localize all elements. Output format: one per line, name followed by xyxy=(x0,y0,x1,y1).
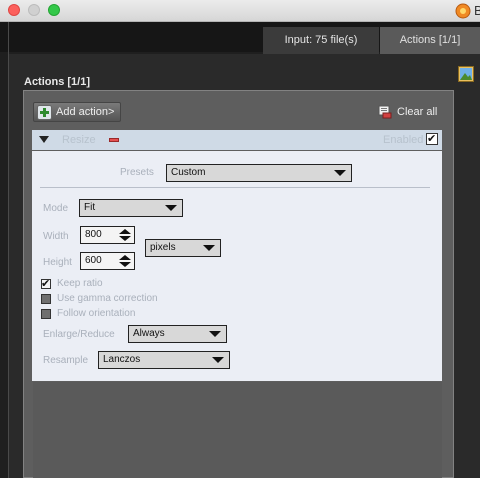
width-label: Width xyxy=(43,231,69,242)
enlarge-label: Enlarge/Reduce xyxy=(43,329,115,340)
width-stepper[interactable]: 800 xyxy=(80,226,135,244)
divider xyxy=(40,187,430,188)
unit-value: pixels xyxy=(150,242,176,253)
resample-value: Lanczos xyxy=(103,354,141,365)
app-logo-icon xyxy=(455,3,471,19)
title-bar xyxy=(0,0,480,22)
height-stepper[interactable]: 600 xyxy=(80,252,135,270)
eraser-icon[interactable] xyxy=(378,105,392,119)
arrow-up-icon[interactable] xyxy=(119,255,131,260)
resample-label: Resample xyxy=(43,355,89,366)
keep-ratio-checkbox[interactable]: ✔ xyxy=(41,277,51,290)
chevron-down-icon xyxy=(165,205,177,211)
empty-actions-area xyxy=(33,382,442,478)
plus-icon xyxy=(37,105,52,120)
zoom-window-button[interactable] xyxy=(48,4,60,16)
enlarge-select[interactable]: Always xyxy=(128,325,227,343)
chevron-down-icon xyxy=(212,357,224,363)
unit-select[interactable]: pixels xyxy=(145,239,221,257)
height-label: Height xyxy=(43,257,72,268)
orientation-checkbox[interactable] xyxy=(41,309,51,319)
arrow-up-icon[interactable] xyxy=(119,229,131,234)
orientation-label: Follow orientation xyxy=(57,308,136,319)
keep-ratio-label: Keep ratio xyxy=(57,278,103,289)
triangle-down-icon[interactable] xyxy=(39,136,49,143)
add-action-label: Add action> xyxy=(56,106,115,118)
image-icon[interactable] xyxy=(458,66,474,82)
arrow-down-icon[interactable] xyxy=(119,262,131,267)
enabled-checkbox[interactable]: ✔ xyxy=(426,133,438,145)
minus-icon[interactable] xyxy=(109,138,119,142)
arrow-down-icon[interactable] xyxy=(119,236,131,241)
actions-panel-title: Actions [1/1] xyxy=(24,76,91,88)
clear-all-button[interactable]: Clear all xyxy=(397,106,437,118)
presets-label: Presets xyxy=(120,167,154,178)
gamma-checkbox[interactable] xyxy=(41,294,51,304)
app-title: B xyxy=(474,3,480,18)
tab-input[interactable]: Input: 75 file(s) xyxy=(263,27,379,54)
enabled-label: Enabled xyxy=(383,134,424,146)
presets-select[interactable]: Custom xyxy=(166,164,352,182)
close-window-button[interactable] xyxy=(8,4,20,16)
check-icon: ✔ xyxy=(41,277,51,290)
action-name: Resize xyxy=(62,134,96,146)
height-value: 600 xyxy=(85,255,102,266)
chevron-down-icon xyxy=(203,245,215,251)
width-value: 800 xyxy=(85,229,102,240)
minimize-window-button[interactable] xyxy=(28,4,40,16)
resample-select[interactable]: Lanczos xyxy=(98,351,230,369)
presets-value: Custom xyxy=(171,167,206,178)
add-action-button[interactable]: Add action> xyxy=(33,102,121,122)
tab-actions[interactable]: Actions [1/1] xyxy=(380,27,480,54)
check-icon: ✔ xyxy=(427,132,437,145)
chevron-down-icon xyxy=(209,331,221,337)
mode-value: Fit xyxy=(84,202,96,213)
gamma-label: Use gamma correction xyxy=(57,293,158,304)
mode-select[interactable]: Fit xyxy=(79,199,183,217)
chevron-down-icon xyxy=(334,170,346,176)
enlarge-value: Always xyxy=(133,328,165,339)
mode-label: Mode xyxy=(43,203,69,214)
